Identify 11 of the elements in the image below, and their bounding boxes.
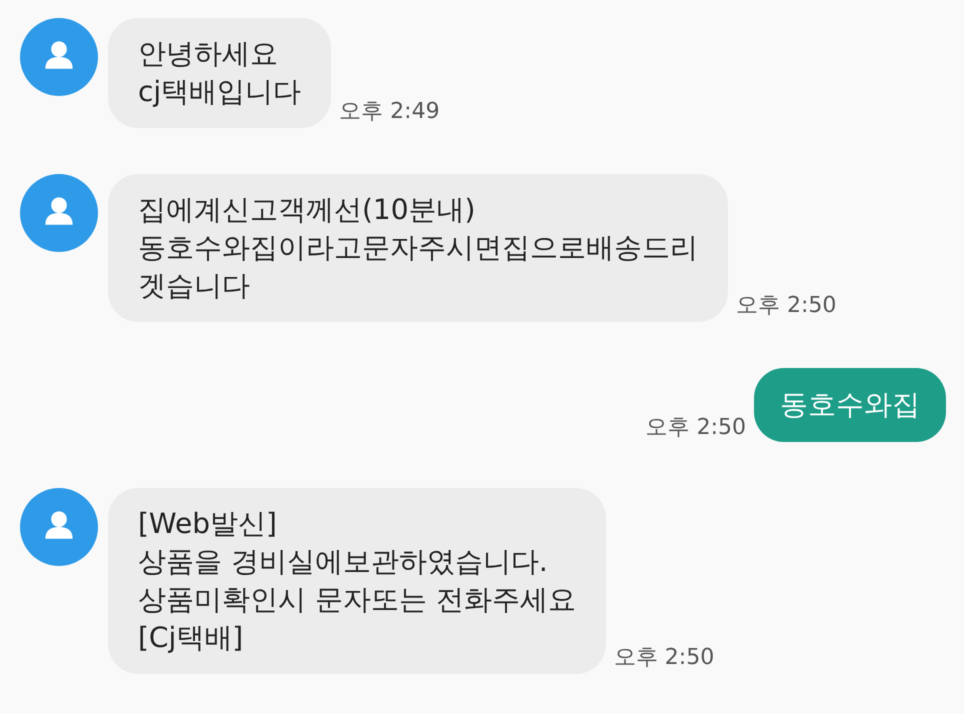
message-time: 오후 2:50 (614, 644, 714, 672)
message-bubble: [Web발신] 상품을 경비실에보관하였습니다. 상품미확인시 문자또는 전화주세요 [Cj택배] (108, 488, 606, 674)
message-time: 오후 2:50 (646, 414, 746, 442)
message-bubble: 안녕하세요 cj택배입니다 (108, 18, 332, 128)
message-bubble: 동호수와집 (754, 368, 946, 442)
message-time: 오후 2:50 (736, 292, 836, 320)
avatar-icon[interactable] (20, 488, 98, 566)
message-bubble: 집에계신고객께선(10분내) 동호수와집이라고문자주시면집으로배송드리 겟습니다 (108, 174, 728, 322)
avatar-icon[interactable] (20, 18, 98, 96)
message-time: 오후 2:49 (339, 98, 440, 126)
avatar-icon[interactable] (20, 174, 98, 252)
